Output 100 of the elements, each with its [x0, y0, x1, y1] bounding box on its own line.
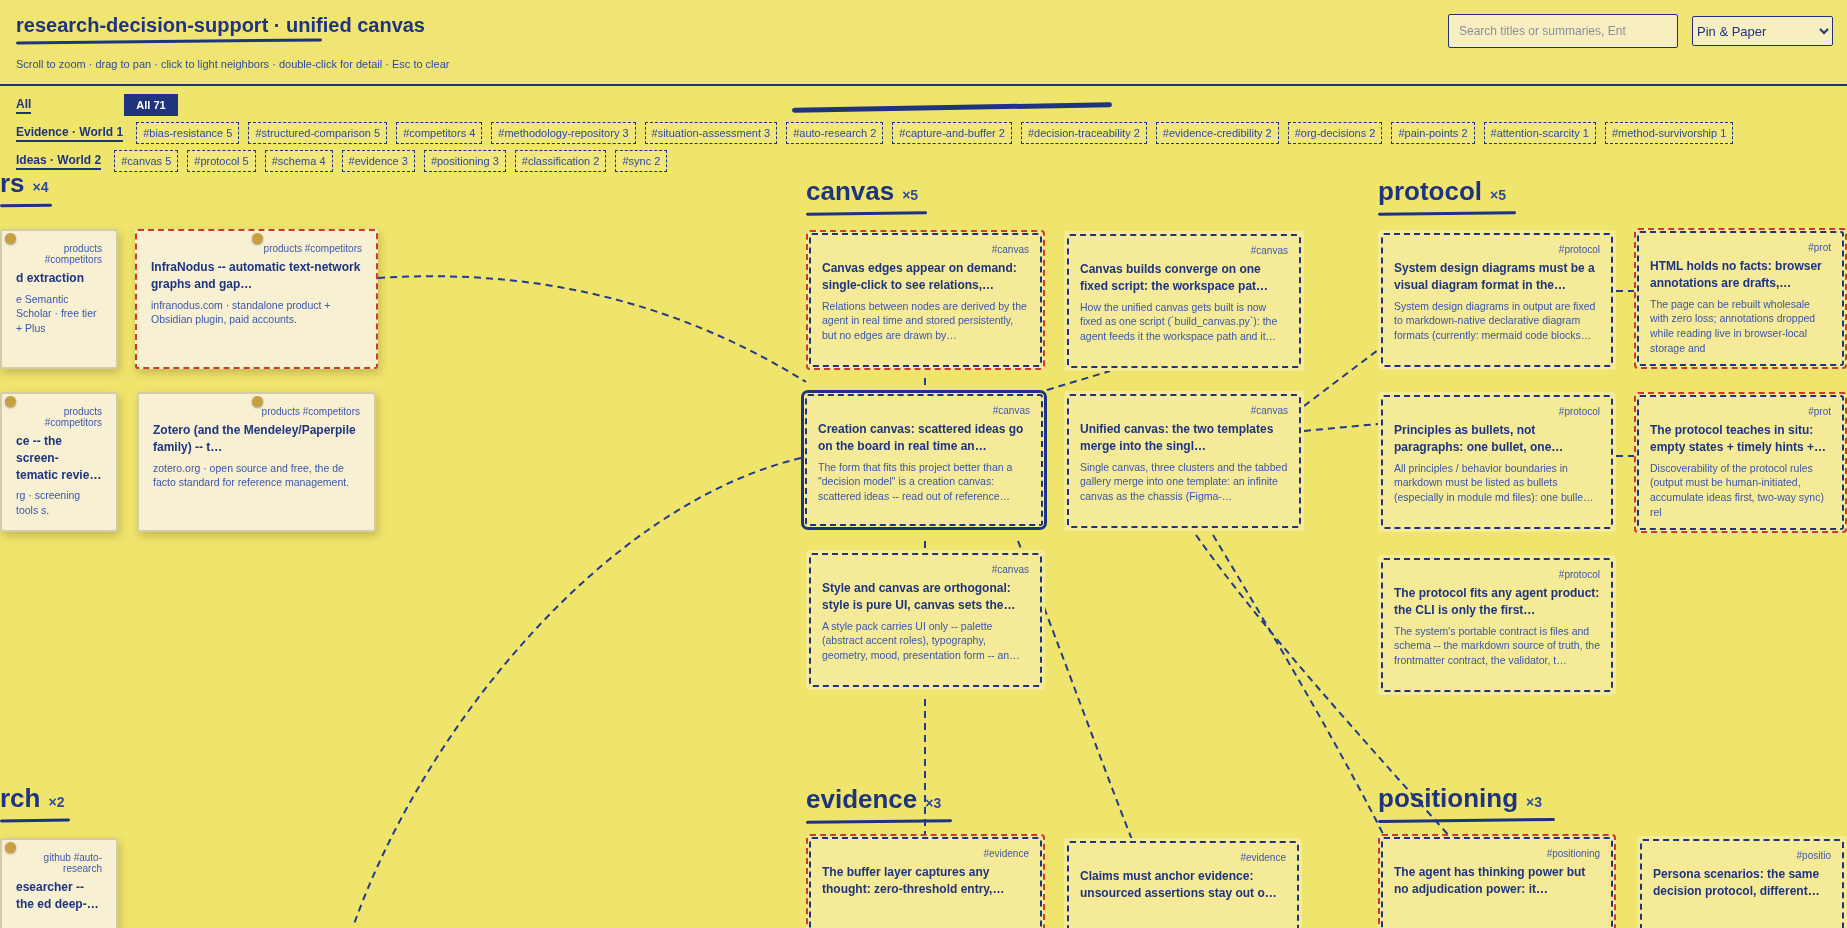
card-title: d extraction	[16, 270, 85, 287]
card-tag: github #auto-research	[16, 852, 102, 874]
tag-filter-chip[interactable]: #competitors 4	[396, 122, 483, 144]
card-tag: #canvas	[822, 244, 1029, 255]
pin-icon	[251, 396, 263, 407]
note-card[interactable]: products #competitors Zotero (and the Mendeley/Paperpile family) -- t… zotero.org · open source and free, the de facto standard for reference management.	[137, 392, 376, 532]
filter-group-label[interactable]: Ideas · World 2	[16, 152, 102, 170]
tag-filter-chip[interactable]: #evidence-credibility 2	[1155, 122, 1279, 144]
card-title: ce -- the screen- tematic revie…	[16, 433, 102, 484]
tag-filter-chip[interactable]: #protocol 5	[187, 150, 256, 172]
connector-line	[924, 540, 926, 551]
cluster-count: ×3	[1526, 794, 1543, 810]
note-card[interactable]: products #competitors d extraction e Semantic Scholar · free tier + Plus	[0, 229, 118, 369]
card-title: Canvas builds converge on one fixed script: the workspace pat…	[1080, 261, 1270, 295]
filter-group-label[interactable]: All	[16, 96, 32, 114]
note-card[interactable]: products #competitors ce -- the screen- tematic revie… rg · screening tools s.	[0, 392, 118, 532]
cluster-title: rs	[0, 168, 25, 199]
card-tag: #positio	[1653, 850, 1831, 861]
note-card[interactable]: github #auto-research esearcher -- the ed deep-…	[0, 838, 118, 928]
tag-filter-chip[interactable]: #org-decisions 2	[1287, 122, 1383, 144]
card-summary: zotero.org · open source and free, the de facto standard for reference management.	[153, 460, 351, 490]
card-tag: #protocol	[1394, 406, 1600, 417]
card-summary: How the unified canvas gets built is now fixed as one script (`build_canvas.py`): the agent feeds it the workspace path and it…	[1080, 299, 1279, 344]
underline-stroke	[0, 203, 53, 208]
tag-filter-chip[interactable]: #positioning 3	[423, 150, 506, 172]
connector-line	[1615, 290, 1635, 292]
style-dropdown[interactable]: Pin & Paper	[1692, 16, 1833, 46]
card-summary: infranodus.com · standalone product + Obsidian plugin, paid accounts.	[151, 297, 332, 327]
idea-card[interactable]	[1378, 555, 1616, 695]
tag-filter-chip[interactable]: #decision-traceability 2	[1020, 122, 1147, 144]
tag-filter-chip[interactable]: #structured-comparison 5	[248, 122, 388, 144]
card-tag: #prot	[1650, 406, 1831, 417]
tag-filter-chip[interactable]: #attention-scarcity 1	[1483, 122, 1596, 144]
card-summary: Single canvas, three clusters and the tabbed gallery merge into one template: an infinite canvas as the chassis (Figma-…	[1080, 459, 1288, 504]
search-field[interactable]: Search titles or summaries, Ent	[1448, 14, 1678, 48]
note-card[interactable]: products #competitors InfraNodus -- automatic text-network graphs and gap… infranodus.com · standalone product + Obsidian plugin, paid accounts.	[135, 229, 378, 369]
cluster-title: rch	[0, 783, 41, 814]
cluster-count: ×4	[32, 179, 49, 195]
idea-card[interactable]: #canvas Canvas builds converge on one fixed script: the workspace pat… How the unified canvas gets built is now fixed as one script (`build_canvas.py`): the agent feeds it the workspace path and it…	[1064, 231, 1304, 371]
tag-filter-chip[interactable]: #bias-resistance 5	[136, 122, 240, 144]
card-tag: #canvas	[822, 564, 1029, 575]
card-title: Creation canvas: scattered ideas go on the board in real time an…	[818, 421, 1025, 455]
idea-card[interactable]: #prot The protocol teaches in situ: empty states + timely hints +… Discoverability of the protocol rules (output must be human-initiated, accumulate ideas first, two-way sync) rel	[1634, 392, 1847, 534]
card-tag: #evidence	[822, 848, 1029, 859]
filter-group-label[interactable]: Evidence · World 1	[16, 124, 124, 142]
idea-card[interactable]: #prot HTML holds no facts: browser annotations are drafts,… The page can be rebuilt wholesale with zero loss; annotations dropped while reading live in browser-local storage and	[1634, 228, 1847, 370]
card-tag: products #competitors	[16, 243, 102, 265]
card-title: Unified canvas: the two templates merge into the singl…	[1080, 421, 1275, 455]
card-tag: #canvas	[818, 405, 1030, 416]
card-title: Persona scenarios: the same decision protocol, different…	[1653, 866, 1821, 900]
underline-stroke	[0, 818, 70, 823]
idea-card[interactable]: #canvas Canvas edges appear on demand: single-click to see relations,… Relations between nodes are derived by the agent in real time and stored persistently, but no edges are drawn by…	[806, 230, 1045, 370]
card-title: The protocol fits any agent product: the CLI is only the first…	[1394, 585, 1600, 619]
cluster-title: evidence	[806, 784, 918, 815]
cluster-count: ×5	[902, 187, 919, 203]
card-title: Claims must anchor evidence: unsourced assertions stay out o…	[1080, 868, 1278, 902]
tag-filter-chip[interactable]: #situation-assessment 3	[644, 122, 778, 144]
card-summary: The form that fits this project better than a "decision model" is a creation canvas: scattered ideas -- read out of reference…	[818, 459, 1014, 504]
usage-hint: Scroll to zoom · drag to pan · click to light neighbors · double-click for detail · Esc to clear	[16, 58, 450, 70]
tag-filter-chip[interactable]: #auto-research 2	[786, 122, 884, 144]
cluster-count: ×5	[1490, 187, 1506, 203]
idea-card[interactable]: #canvas Creation canvas: scattered ideas go on the board in real time an… The form that fits this project better than a "decision model" is a creation canvas: scattered ideas -- read out of reference…	[801, 390, 1047, 530]
card-summary: rg · screening tools s.	[16, 488, 82, 518]
cluster-title: protocol	[1378, 176, 1482, 207]
card-title: HTML holds no facts: browser annotations are drafts,…	[1650, 258, 1823, 292]
card-title: Zotero (and the Mendeley/Paperpile family) -- t…	[153, 422, 357, 456]
tag-filter-chip[interactable]: #capture-and-buffer 2	[892, 122, 1012, 144]
idea-card[interactable]: #canvas Unified canvas: the two templates merge into the singl… Single canvas, three clusters and the tabbed gallery merge into one template: an infinite canvas as the chassis (Figma-…	[1064, 391, 1304, 531]
tag-filter-chip[interactable]: #evidence 3	[341, 150, 415, 172]
tag-filter-chip[interactable]: #methodology-repository 3	[491, 122, 636, 144]
card-summary: All principles / behavior boundaries in markdown must be listed as bullets (especially in module md files): one bulle…	[1394, 460, 1595, 505]
idea-card[interactable]: #protocol System design diagrams must be a visual diagram format in the… System design diagrams in output are fixed to markdown-native declarative diagram formats (currently: mermaid code blocks…	[1378, 230, 1616, 370]
card-tag: #protocol	[1394, 569, 1600, 580]
card-tag: #canvas	[1080, 245, 1288, 256]
tag-filter-chip[interactable]: #pain-points 2	[1391, 122, 1475, 144]
card-tag: products #competitors	[16, 406, 102, 428]
card-summary: Relations between nodes are derived by the agent in real time and stored persistently, but no edges are drawn by…	[822, 298, 1028, 343]
card-tag: products #competitors	[153, 406, 360, 417]
page-title: research-decision-support · unified canvas	[16, 14, 426, 37]
tag-filter-chip[interactable]: All 71	[124, 94, 178, 116]
card-summary: Discoverability of the protocol rules (output must be human-initiated, accumulate ideas first, two-way sync) rel	[1650, 460, 1825, 520]
idea-card[interactable]: #canvas Style and canvas are orthogonal: style is pure UI, canvas sets the… A style pack carries UI only -- palette (abstract accent roles), typography, geometry, mood, presentation form -- an…	[806, 550, 1045, 690]
cluster-title: positioning	[1378, 783, 1519, 814]
card-summary: The page can be rebuilt wholesale with zero loss; annotations dropped while reading live in browser-local storage and	[1650, 296, 1817, 356]
tag-filter-chip[interactable]: #classification 2	[514, 150, 607, 172]
card-tag: #canvas	[1080, 405, 1288, 416]
tag-filter-chip[interactable]: #sync 2	[615, 150, 668, 172]
tag-filter-chip[interactable]: #method-survivorship 1	[1604, 122, 1734, 144]
card-title: esearcher -- the ed deep-…	[16, 879, 100, 913]
tag-filter-chip[interactable]: #canvas 5	[114, 150, 179, 172]
cluster-title: canvas	[806, 176, 895, 207]
card-title: The protocol teaches in situ: empty states + timely hints +…	[1650, 422, 1828, 456]
cluster-count: ×3	[925, 795, 942, 811]
card-tag: #prot	[1650, 242, 1831, 253]
tag-filter-chip[interactable]: #schema 4	[264, 150, 333, 172]
card-title: Principles as bullets, not paragraphs: one bullet, one…	[1394, 422, 1565, 456]
pin-icon	[5, 396, 16, 407]
pin-icon	[251, 233, 263, 244]
card-summary: The system's portable contract is files and schema -- the markdown source of truth, the frontmatter contract, the validator, t…	[1394, 623, 1600, 668]
idea-card[interactable]: #protocol Principles as bullets, not paragraphs: one bullet, one… All principles / behavior boundaries in markdown must be listed as bullets (especially in module md files): one bulle…	[1378, 392, 1616, 532]
